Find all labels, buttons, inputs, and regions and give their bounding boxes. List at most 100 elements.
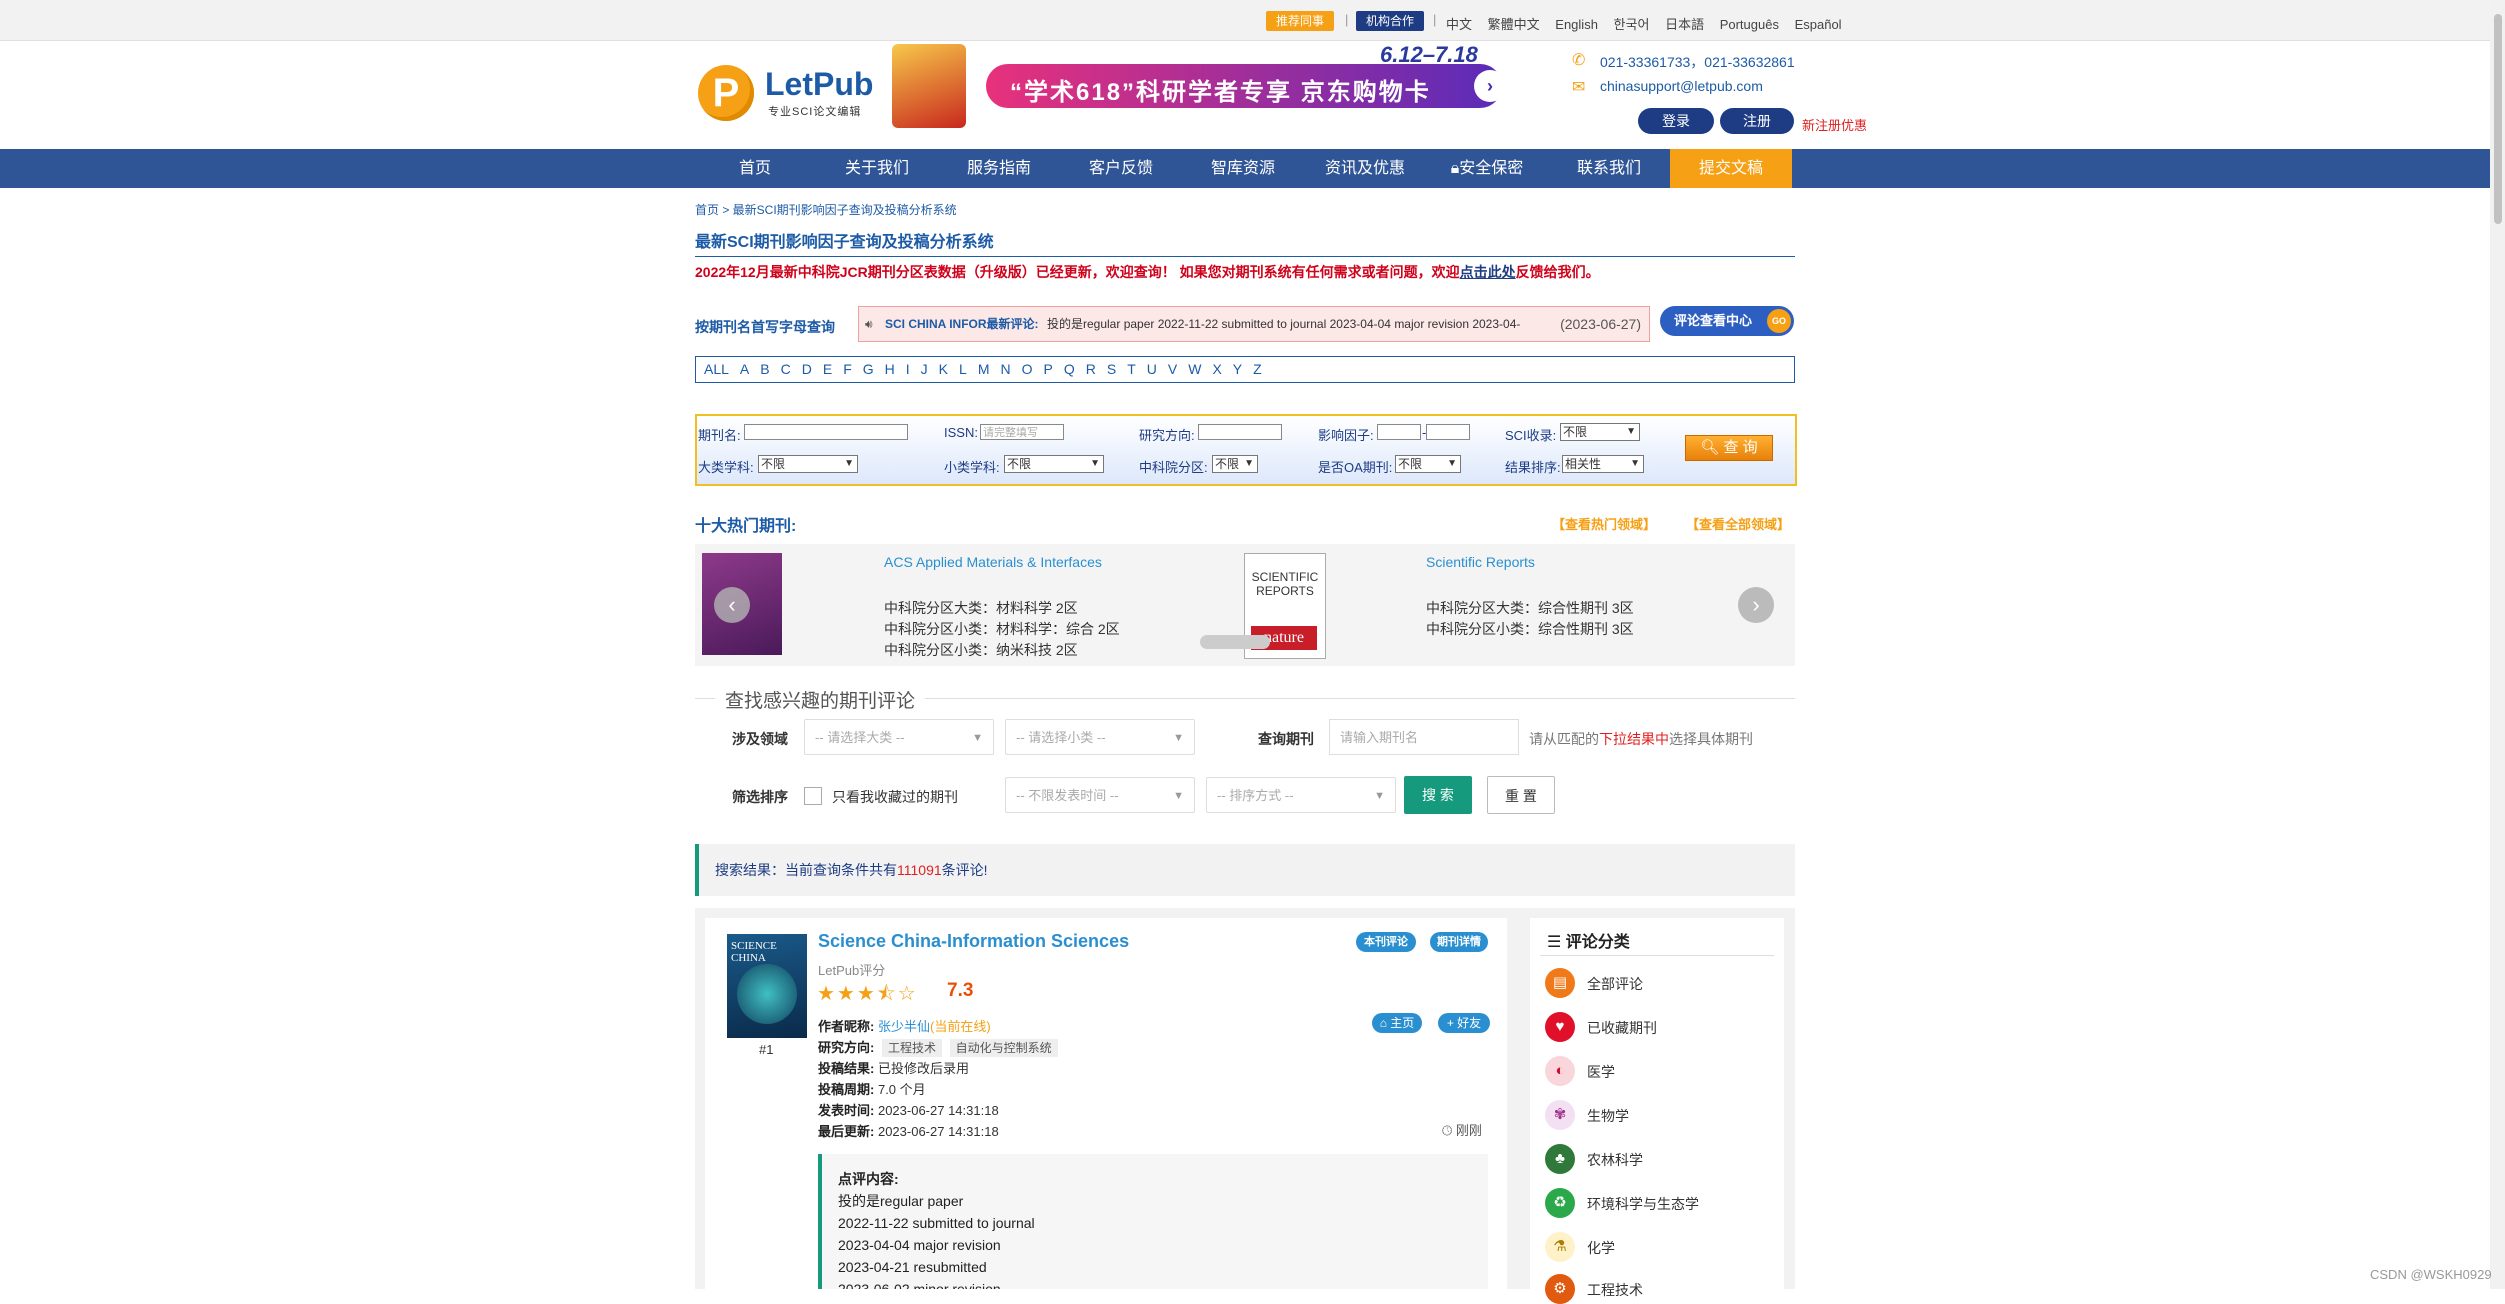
journal-query-input[interactable]: 请输入期刊名 xyxy=(1329,719,1519,755)
arrow-right-icon[interactable]: › xyxy=(1474,70,1506,102)
carousel-prev-button[interactable]: ‹ xyxy=(714,587,750,623)
letpub-logo-icon[interactable]: P xyxy=(698,65,754,121)
letter-filter-r[interactable]: R xyxy=(1086,361,1096,377)
order-dropdown[interactable]: -- 排序方式 -- ▼ xyxy=(1206,777,1396,813)
letter-filter-x[interactable]: X xyxy=(1212,361,1221,377)
field-tag[interactable]: 工程技术 xyxy=(881,1039,942,1057)
letter-filter-w[interactable]: W xyxy=(1188,361,1201,377)
letter-filter-s[interactable]: S xyxy=(1107,361,1116,377)
letter-filter-v[interactable]: V xyxy=(1168,361,1177,377)
letter-filter-d[interactable]: D xyxy=(802,361,812,377)
letter-filter-u[interactable]: U xyxy=(1147,361,1157,377)
register-button[interactable]: 注册 xyxy=(1720,108,1794,134)
comment-center-button[interactable]: 评论查看中心 GO xyxy=(1660,306,1794,336)
letter-filter-m[interactable]: M xyxy=(978,361,990,377)
support-email[interactable]: chinasupport@letpub.com xyxy=(1600,78,1763,94)
letter-filter-q[interactable]: Q xyxy=(1064,361,1075,377)
hot-journal-1-name[interactable]: ACS Applied Materials & Interfaces xyxy=(884,554,1102,570)
query-button[interactable]: 🔍︎ 查 询 xyxy=(1685,435,1773,461)
letter-filter-j[interactable]: J xyxy=(921,361,928,377)
letter-filter-y[interactable]: Y xyxy=(1233,361,1242,377)
carousel-dots[interactable] xyxy=(1200,635,1270,649)
author-link[interactable]: 张少半仙 xyxy=(878,1019,930,1034)
search-button[interactable]: 搜 索 xyxy=(1404,776,1472,814)
letter-filter-z[interactable]: Z xyxy=(1253,361,1262,377)
journal-detail-button[interactable]: 期刊详情 xyxy=(1430,932,1488,952)
query-journal-label: 查询期刊 xyxy=(1258,731,1314,747)
letter-filter-l[interactable]: L xyxy=(959,361,967,377)
recommend-colleague-button[interactable]: 推荐同事 xyxy=(1266,11,1335,31)
nav-feedback[interactable]: 客户反馈 xyxy=(1060,149,1182,188)
nav-news[interactable]: 资讯及优惠 xyxy=(1304,149,1426,188)
logo-text[interactable]: LetPub xyxy=(765,66,873,103)
time-ago: 🕓︎ 刚刚 xyxy=(1442,1123,1482,1138)
journal-cover[interactable]: SCIENCE CHINA xyxy=(727,934,807,1038)
letter-filter-all[interactable]: ALL xyxy=(704,361,729,377)
small-category-dropdown[interactable]: -- 请选择小类 -- ▼ xyxy=(1005,719,1195,755)
lang-es[interactable]: Español xyxy=(1795,17,1842,32)
letter-filter-o[interactable]: O xyxy=(1022,361,1033,377)
lang-ja[interactable]: 日本語 xyxy=(1665,17,1704,32)
letter-filter-c[interactable]: C xyxy=(781,361,791,377)
all-fields-link[interactable]: 【查看全部领域】 xyxy=(1686,514,1790,533)
lang-zh[interactable]: 中文 xyxy=(1446,17,1472,32)
letter-filter-n[interactable]: N xyxy=(1000,361,1010,377)
gift-box-icon xyxy=(892,44,966,128)
scrollbar-thumb[interactable] xyxy=(2494,14,2502,224)
add-friend-button[interactable]: + 好友 xyxy=(1438,1013,1490,1033)
letter-filter-h[interactable]: H xyxy=(885,361,895,377)
lang-pt[interactable]: Português xyxy=(1720,17,1779,32)
breadcrumb[interactable]: 首页 > 最新SCI期刊影响因子查询及投稿分析系统 xyxy=(695,201,957,218)
hot-fields-link[interactable]: 【查看热门领域】 xyxy=(1552,514,1656,533)
nav-security[interactable]: 🔒︎安全保密 xyxy=(1426,149,1548,188)
nav-services[interactable]: 服务指南 xyxy=(938,149,1060,188)
impact-factor-min-input[interactable] xyxy=(1377,424,1421,440)
big-category-dropdown[interactable]: -- 请选择大类 -- ▼ xyxy=(804,719,994,755)
sci-select[interactable]: 不限 ▼ xyxy=(1560,423,1640,441)
journal-name-input[interactable] xyxy=(744,424,908,440)
promo-banner[interactable]: 6.12–7.18 “学术618”科研学者专享 京东购物卡 › xyxy=(890,42,1514,130)
nav-home[interactable]: 首页 xyxy=(694,149,816,188)
impact-factor-max-input[interactable] xyxy=(1426,424,1470,440)
journal-title-link[interactable]: Science China-Information Sciences xyxy=(818,931,1129,952)
feedback-link[interactable]: 点击此处 xyxy=(1460,264,1516,280)
hot-journal-2-name[interactable]: Scientific Reports xyxy=(1426,554,1535,570)
nav-submit[interactable]: 提交文稿 xyxy=(1670,149,1792,188)
letter-filter-a[interactable]: A xyxy=(740,361,749,377)
lang-zh-tw[interactable]: 繁體中文 xyxy=(1488,17,1540,32)
small-category-select[interactable]: 不限 ▼ xyxy=(1004,455,1104,473)
oa-select[interactable]: 不限 ▼ xyxy=(1395,455,1461,473)
letter-filter-k[interactable]: K xyxy=(939,361,948,377)
nav-contact[interactable]: 联系我们 xyxy=(1548,149,1670,188)
nav-security-label: 安全保密 xyxy=(1459,160,1524,177)
cas-zone-select[interactable]: 不限 ▼ xyxy=(1212,455,1258,473)
nav-resources[interactable]: 智库资源 xyxy=(1182,149,1304,188)
letter-filter-i[interactable]: I xyxy=(906,361,910,377)
login-button[interactable]: 登录 xyxy=(1638,108,1714,134)
reset-button[interactable]: 重 置 xyxy=(1487,776,1555,814)
letter-filter-e[interactable]: E xyxy=(823,361,832,377)
field-input[interactable] xyxy=(1198,424,1282,440)
publish-time-dropdown[interactable]: -- 不限发表时间 -- ▼ xyxy=(1005,777,1195,813)
big-category-select[interactable]: 不限 ▼ xyxy=(758,455,858,473)
lang-ko[interactable]: 한국어 xyxy=(1614,17,1650,32)
issn-input[interactable]: 请完整填写 xyxy=(980,424,1064,440)
nav-about[interactable]: 关于我们 xyxy=(816,149,938,188)
author-home-button[interactable]: ⌂ 主页 xyxy=(1372,1013,1422,1033)
letter-filter-g[interactable]: G xyxy=(863,361,874,377)
lang-en[interactable]: English xyxy=(1555,17,1598,32)
field-tag[interactable]: 自动化与控制系统 xyxy=(949,1039,1058,1057)
journal-comments-button[interactable]: 本刊评论 xyxy=(1356,932,1416,952)
favorites-only-label: 只看我收藏过的期刊 xyxy=(832,789,958,805)
letter-filter-p[interactable]: P xyxy=(1044,361,1053,377)
institution-cooperation-button[interactable]: 机构合作 xyxy=(1356,11,1425,31)
carousel-next-button[interactable]: › xyxy=(1738,587,1774,623)
ticker-journal: SCI CHINA INFOR最新评论: xyxy=(885,317,1039,331)
letter-filter-t[interactable]: T xyxy=(1127,361,1136,377)
register-promo-link[interactable]: 新注册优惠 xyxy=(1802,115,1867,134)
favorites-only-checkbox[interactable] xyxy=(804,787,822,805)
letter-filter-f[interactable]: F xyxy=(843,361,852,377)
sort-select[interactable]: 相关性 ▼ xyxy=(1562,455,1644,473)
letter-filter-b[interactable]: B xyxy=(760,361,769,377)
latest-comment-ticker[interactable]: 🔊︎ SCI CHINA INFOR最新评论: 投的是regular paper… xyxy=(858,306,1650,342)
